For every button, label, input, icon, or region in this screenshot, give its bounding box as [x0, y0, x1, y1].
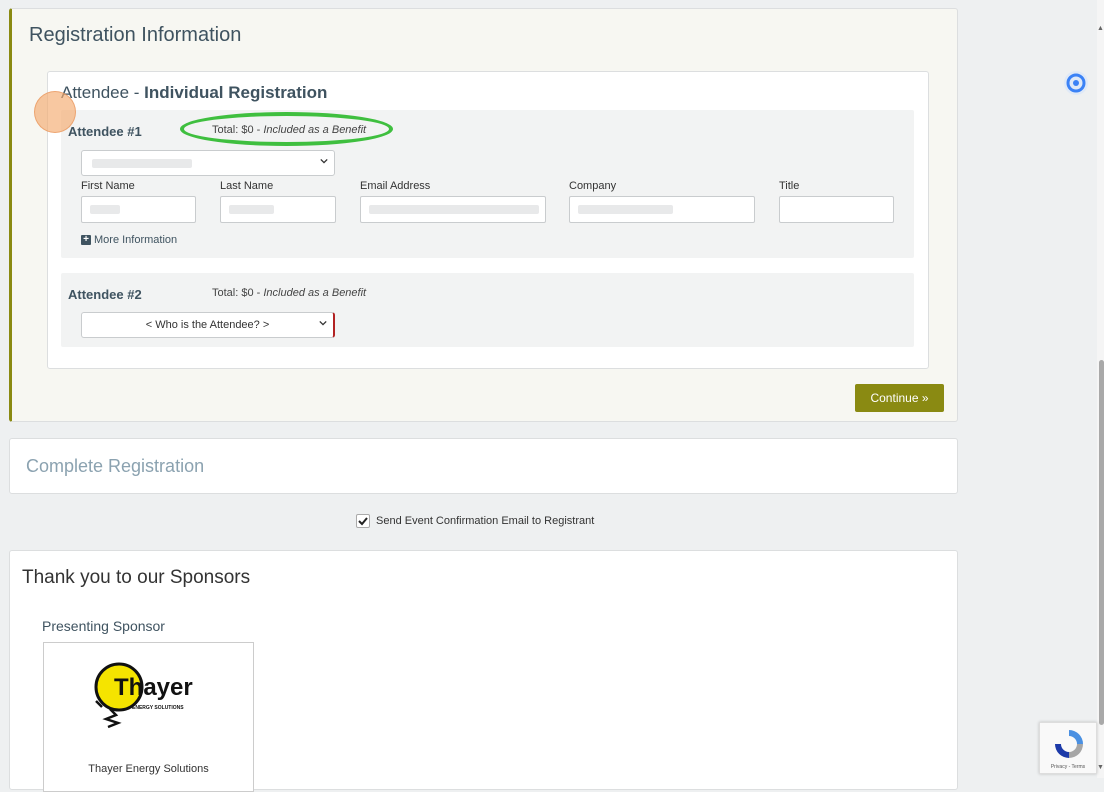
- attendee-card: Attendee - Individual Registration Atten…: [47, 71, 929, 369]
- complete-registration-title: Complete Registration: [26, 456, 205, 476]
- attendee-2-select[interactable]: < Who is the Attendee? >: [81, 312, 335, 338]
- chevron-down-icon: [320, 158, 328, 164]
- more-information-link[interactable]: + More Information: [81, 234, 177, 246]
- card-heading-prefix: Attendee -: [61, 83, 145, 102]
- presenting-sponsor-label: Presenting Sponsor: [42, 618, 165, 634]
- confirmation-label: Send Event Confirmation Email to Registr…: [376, 515, 595, 527]
- attendee-2-select-value: < Who is the Attendee? >: [145, 319, 270, 331]
- last-name-input[interactable]: [220, 196, 336, 223]
- redacted-value: [92, 159, 192, 168]
- company-input[interactable]: [569, 196, 755, 223]
- registration-panel: Registration Information Attendee - Indi…: [9, 8, 958, 422]
- scroll-up-arrow-icon[interactable]: ▲: [1097, 25, 1104, 32]
- recaptcha-icon: [1055, 730, 1083, 758]
- plus-icon: +: [81, 235, 91, 245]
- sponsor-card[interactable]: Thayer ENERGY SOLUTIONS Thayer Energy So…: [43, 642, 254, 792]
- card-heading-bold: Individual Registration: [144, 83, 328, 102]
- logo-wordmark: Thayer: [114, 674, 193, 701]
- scrollbar-thumb[interactable]: [1099, 360, 1104, 725]
- redacted-value: [229, 205, 274, 214]
- attendee-2-block: Attendee #2 Total: $0 - Included as a Be…: [61, 273, 914, 347]
- email-input[interactable]: [360, 196, 546, 223]
- first-name-label: First Name: [81, 180, 135, 192]
- redacted-value: [578, 205, 673, 214]
- scroll-down-arrow-icon[interactable]: ▼: [1097, 764, 1104, 771]
- sponsors-title: Thank you to our Sponsors: [22, 567, 251, 588]
- confirmation-email-row[interactable]: Send Event Confirmation Email to Registr…: [356, 514, 594, 528]
- attendee-2-total-note: Included as a Benefit: [263, 287, 367, 299]
- complete-registration-panel[interactable]: Complete Registration: [9, 438, 958, 494]
- registration-title: Registration Information: [29, 24, 242, 46]
- recaptcha-links[interactable]: Privacy - Terms: [1040, 764, 1096, 770]
- recaptcha-badge[interactable]: Privacy - Terms: [1039, 722, 1097, 774]
- chevron-down-icon: [319, 320, 327, 326]
- click-indicator: [34, 91, 76, 133]
- redacted-value: [90, 205, 120, 214]
- sponsor-logo: Thayer ENERGY SOLUTIONS: [92, 657, 207, 747]
- attendee-2-label: Attendee #2: [68, 287, 142, 302]
- sponsor-name: Thayer Energy Solutions: [88, 763, 209, 775]
- redacted-value: [369, 205, 539, 214]
- highlight-ellipse: [180, 112, 393, 146]
- email-label: Email Address: [360, 180, 431, 192]
- lightbulb-logo-icon: Thayer ENERGY SOLUTIONS: [94, 662, 193, 729]
- attendee-1-label: Attendee #1: [68, 124, 142, 139]
- checkmark-icon: [358, 517, 368, 526]
- attendee-2-total: Total: $0 - Included as a Benefit: [212, 287, 366, 299]
- company-label: Company: [569, 180, 617, 192]
- continue-button[interactable]: Continue »: [855, 384, 944, 412]
- attendee-1-select[interactable]: [81, 150, 335, 176]
- attendee-2-total-prefix: Total: $0 -: [212, 287, 264, 299]
- more-information-label: More Information: [94, 234, 178, 246]
- card-heading: Attendee - Individual Registration: [61, 83, 327, 103]
- last-name-label: Last Name: [220, 180, 274, 192]
- extension-icon[interactable]: [1062, 69, 1090, 97]
- sponsors-panel: Thank you to our Sponsors Presenting Spo…: [9, 550, 958, 792]
- title-label: Title: [779, 180, 800, 192]
- first-name-input[interactable]: [81, 196, 196, 223]
- confirmation-checkbox[interactable]: [356, 514, 370, 528]
- title-input[interactable]: [779, 196, 894, 223]
- logo-subtext: ENERGY SOLUTIONS: [132, 705, 184, 711]
